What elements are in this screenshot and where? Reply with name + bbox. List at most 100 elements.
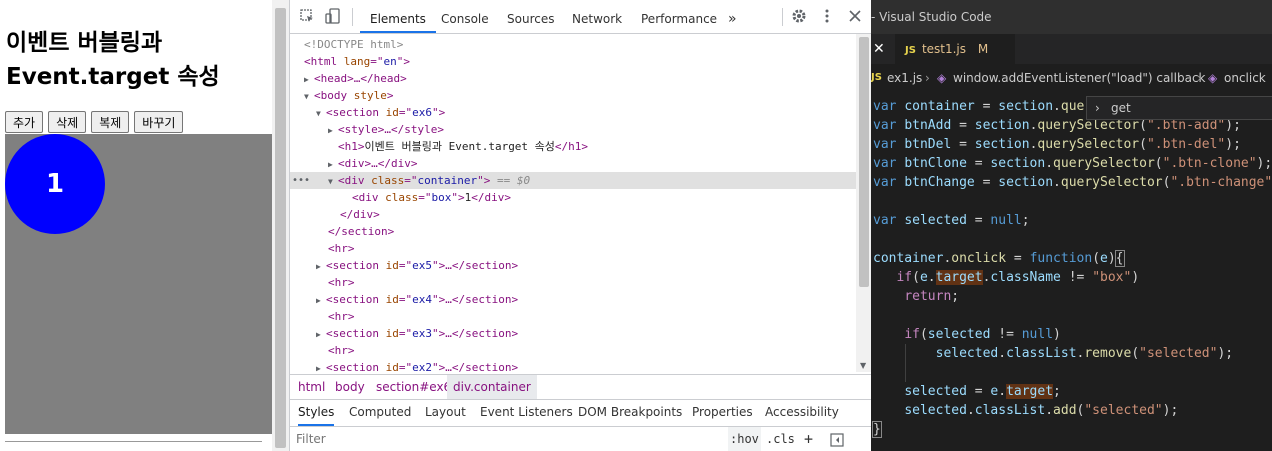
crumb-html[interactable]: html xyxy=(292,375,331,399)
expand-triangle-icon[interactable]: ▶ xyxy=(316,292,326,309)
collapse-triangle-icon[interactable]: ▼ xyxy=(328,173,338,190)
hov-button[interactable]: :hov xyxy=(728,427,761,451)
toggle-sidebar-icon[interactable] xyxy=(830,427,844,451)
dom-div-container-selected[interactable]: ••• ▼ <div class="container"> == $0 xyxy=(290,172,856,189)
code-line[interactable]: } xyxy=(872,420,882,439)
page-heading: 이벤트 버블링과 Event.target 속성 xyxy=(6,26,266,94)
code-line[interactable]: if(selected != null) xyxy=(873,325,1061,344)
code-line[interactable]: selected.classList.remove("selected"); xyxy=(873,344,1233,363)
device-toggle-icon[interactable] xyxy=(324,8,342,26)
box-container[interactable]: 1 xyxy=(5,134,272,434)
subtab-event-listeners[interactable]: Event Listeners xyxy=(480,399,573,426)
close-tab-icon[interactable]: ✕ xyxy=(873,34,885,64)
dom-scrollbar-thumb[interactable] xyxy=(859,37,869,287)
dom-hr[interactable]: <hr> xyxy=(290,308,856,325)
dom-hr[interactable]: <hr> xyxy=(290,274,856,291)
method-cube-icon: ◈ xyxy=(937,71,947,85)
gear-icon[interactable] xyxy=(790,8,808,26)
page-scrollbar[interactable] xyxy=(272,0,289,451)
subtab-accessibility[interactable]: Accessibility xyxy=(765,399,839,426)
filter-input[interactable] xyxy=(296,430,716,448)
subtab-styles[interactable]: Styles xyxy=(298,399,335,426)
clone-button[interactable]: 복제 xyxy=(91,111,130,133)
more-dots-icon[interactable]: ••• xyxy=(292,172,310,189)
dom-body[interactable]: ▼ <body style> xyxy=(290,87,856,104)
dom-section-ex2[interactable]: ▶ <section id="ex2">…</section> xyxy=(290,359,856,372)
dom-section-ex5[interactable]: ▶ <section id="ex5">…</section> xyxy=(290,257,856,274)
subtab-properties[interactable]: Properties xyxy=(692,399,753,426)
breadcrumb-file[interactable]: ex1.js xyxy=(887,64,922,92)
dom-html[interactable]: <html lang="en"> xyxy=(290,53,856,70)
expand-triangle-icon[interactable]: ▶ xyxy=(316,326,326,343)
expand-triangle-icon[interactable]: ▶ xyxy=(316,258,326,275)
subtab-computed[interactable]: Computed xyxy=(349,399,411,426)
crumb-body[interactable]: body xyxy=(329,375,371,399)
collapse-triangle-icon[interactable]: ▼ xyxy=(316,105,326,122)
box-item[interactable]: 1 xyxy=(5,134,105,234)
expand-triangle-icon[interactable]: ▶ xyxy=(328,122,338,139)
expand-triangle-icon[interactable]: ▶ xyxy=(316,360,326,372)
chevron-right-icon: › xyxy=(1197,71,1202,85)
dom-div[interactable]: ▶ <div>…</div> xyxy=(290,155,856,172)
dom-section-close[interactable]: </section> xyxy=(290,223,856,240)
more-vert-icon[interactable] xyxy=(818,8,836,26)
code-line[interactable]: if(e.target.className != "box") xyxy=(873,268,1139,287)
code-line[interactable]: var selected = null; xyxy=(873,211,1030,230)
tab-network[interactable]: Network xyxy=(572,0,622,33)
dom-hr[interactable]: <hr> xyxy=(290,240,856,257)
collapse-triangle-icon[interactable]: ▼ xyxy=(304,88,314,105)
crumb-div-container[interactable]: div.container xyxy=(447,375,537,399)
editor-tab-test1[interactable]: JS test1.js M xyxy=(895,34,1015,64)
scroll-down-icon[interactable]: ▼ xyxy=(860,361,866,370)
breadcrumb-callback[interactable]: window.addEventListener("load") callback xyxy=(953,64,1206,92)
tab-elements[interactable]: Elements xyxy=(360,0,436,33)
inspect-icon[interactable] xyxy=(298,8,316,26)
code-line[interactable]: selected = e.target; xyxy=(873,382,1061,401)
code-line[interactable]: var btnClone = section.querySelector(".b… xyxy=(873,154,1272,173)
breadcrumb: html body section#ex6 div.container xyxy=(290,374,872,400)
subtab-dom-breakpoints[interactable]: DOM Breakpoints xyxy=(578,399,682,426)
tab-sources[interactable]: Sources xyxy=(507,0,554,33)
suggest-widget[interactable]: › get xyxy=(1086,96,1272,120)
dom-div-close[interactable]: </div> xyxy=(290,206,856,223)
page-scrollbar-thumb[interactable] xyxy=(275,8,286,448)
dom-section-ex6[interactable]: ▼ <section id="ex6"> xyxy=(290,104,856,121)
crumb-section[interactable]: section#ex6 xyxy=(370,375,457,399)
cls-button[interactable]: .cls xyxy=(766,427,795,451)
suggest-item-get[interactable]: get xyxy=(1111,97,1131,119)
code-line[interactable]: return; xyxy=(873,287,959,306)
code-line[interactable]: var btnChange = section.querySelector(".… xyxy=(873,173,1272,192)
code-line[interactable]: var container = section.quer xyxy=(873,97,1092,116)
devtools-tabbar: Elements Console Sources Network Perform… xyxy=(290,0,872,34)
button-row: 추가 삭제 복제 바꾸기 xyxy=(5,111,184,133)
breadcrumb-symbol[interactable]: onclick xyxy=(1224,64,1266,92)
add-button[interactable]: 추가 xyxy=(5,111,44,133)
chevron-right-icon: › xyxy=(1095,101,1100,115)
tab-performance[interactable]: Performance xyxy=(641,0,717,33)
dom-h1[interactable]: <h1>이벤트 버블링과 Event.target 속성</h1> xyxy=(290,138,856,155)
dom-head[interactable]: ▶ <head>…</head> xyxy=(290,70,856,87)
dom-style[interactable]: ▶ <style>…</style> xyxy=(290,121,856,138)
expand-triangle-icon[interactable]: ▶ xyxy=(304,71,314,88)
change-button[interactable]: 바꾸기 xyxy=(134,111,184,133)
dom-doctype[interactable]: <!DOCTYPE html> xyxy=(290,36,856,53)
more-tabs-icon[interactable]: » xyxy=(728,0,737,33)
dom-scrollbar[interactable]: ▼ xyxy=(856,34,872,372)
styles-subtabs: Styles Computed Layout Event Listeners D… xyxy=(290,399,872,427)
expand-triangle-icon[interactable]: ▶ xyxy=(328,156,338,173)
code-line[interactable]: selected.classList.add("selected"); xyxy=(873,401,1178,420)
close-icon[interactable] xyxy=(846,8,864,26)
vscode-window: - Visual Studio Code ✕ JS test1.js M JS e… xyxy=(871,0,1272,451)
dom-section-ex4[interactable]: ▶ <section id="ex4">…</section> xyxy=(290,291,856,308)
code-line[interactable]: var btnDel = section.querySelector(".btn… xyxy=(873,135,1241,154)
new-style-rule-button[interactable]: + xyxy=(804,427,813,451)
dom-div-box[interactable]: <div class="box">1</div> xyxy=(290,189,856,206)
dom-section-ex3[interactable]: ▶ <section id="ex3">…</section> xyxy=(290,325,856,342)
dom-hr[interactable]: <hr> xyxy=(290,342,856,359)
code-editor[interactable]: var container = section.quer var btnAdd … xyxy=(871,97,1272,451)
subtab-layout[interactable]: Layout xyxy=(425,399,466,426)
tab-console[interactable]: Console xyxy=(441,0,489,33)
chevron-right-icon: › xyxy=(925,71,930,85)
code-line[interactable]: container.onclick = function(e){ xyxy=(873,249,1125,268)
delete-button[interactable]: 삭제 xyxy=(48,111,87,133)
